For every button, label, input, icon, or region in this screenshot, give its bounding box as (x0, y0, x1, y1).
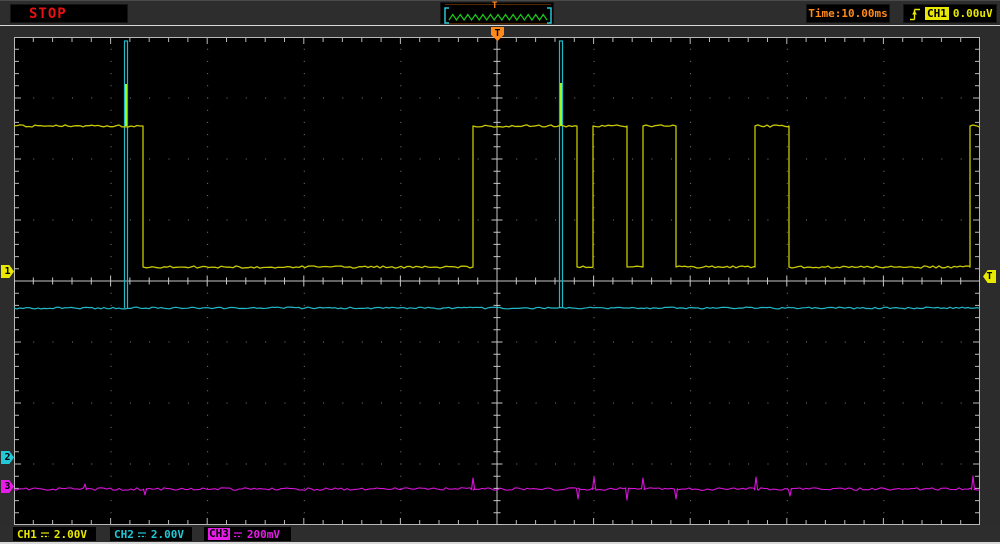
scope-graticule (14, 37, 980, 525)
preview-trigger-marker: T (492, 1, 497, 11)
topbar: STOP T Time:10.00ms CH1 0.00uV (0, 0, 1000, 27)
run-status: STOP (10, 4, 128, 23)
waveform-preview: T (440, 2, 554, 24)
ch3-scale: 200mV (247, 528, 280, 541)
display-area (0, 26, 1000, 526)
ch1-label: CH1 (17, 528, 37, 541)
dc-coupling-icon (137, 530, 148, 539)
timebase-label: Time: (808, 7, 841, 20)
timebase-display: Time:10.00ms (806, 4, 890, 23)
ch1-scale: 2.00V (54, 528, 87, 541)
ch1-readout: CH1 2.00V (13, 527, 96, 541)
ch3-label: CH3 (208, 528, 230, 540)
oscilloscope-screen: STOP T Time:10.00ms CH1 0.00uV 1 2 3 T T… (0, 0, 1000, 544)
ch2-readout: CH2 2.00V (110, 527, 192, 541)
trigger-level-value: 0.00uV (953, 7, 993, 20)
dc-coupling-icon (233, 530, 244, 539)
ch2-scale: 2.00V (151, 528, 184, 541)
trigger-source-chip: CH1 (925, 7, 949, 20)
ch3-readout: CH3 200mV (204, 527, 291, 541)
bottombar: CH1 2.00V CH2 2.00V CH3 200mV (0, 526, 1000, 544)
dc-coupling-icon (40, 530, 51, 539)
rising-edge-icon (909, 6, 921, 22)
timebase-value: 10.00ms (841, 7, 887, 20)
preview-waveform (441, 3, 555, 25)
trigger-readout: CH1 0.00uV (903, 4, 997, 23)
ch2-label: CH2 (114, 528, 134, 541)
